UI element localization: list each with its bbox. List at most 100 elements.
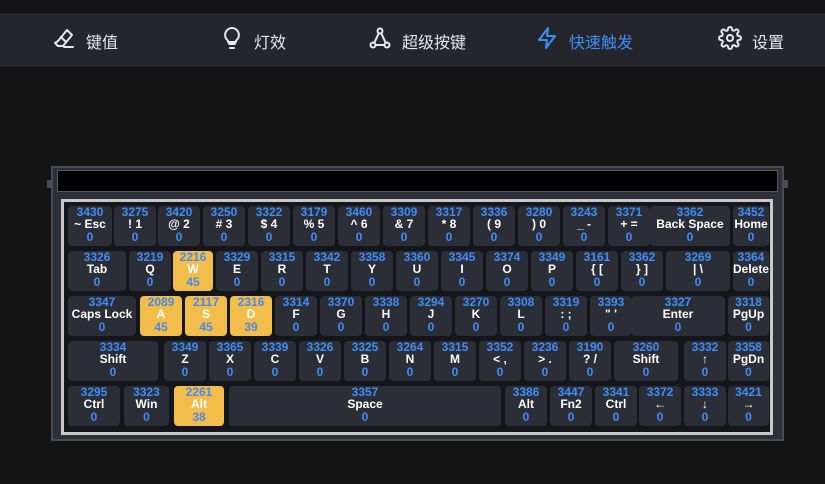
key-label: Delete xyxy=(733,262,769,276)
key-k[interactable]: 3270 K 0 xyxy=(455,296,497,336)
key-2[interactable]: 3420 @ 20 xyxy=(158,206,200,246)
key-c[interactable]: 3339 C 0 xyxy=(254,341,296,381)
key-label: Fn2 xyxy=(560,397,582,411)
key-1[interactable]: 3275! 10 xyxy=(114,206,156,246)
key-[interactable]: 3236 > .0 xyxy=(524,341,566,381)
key-label: < , xyxy=(493,352,507,366)
key-8[interactable]: 3317 * 80 xyxy=(428,206,470,246)
key-n[interactable]: 3264 N 0 xyxy=(389,341,431,381)
key-label: A xyxy=(156,307,166,321)
key-q[interactable]: 3219 Q 0 xyxy=(129,251,171,291)
key-label: Alt xyxy=(191,397,207,411)
key-s[interactable]: 2117 S 45 xyxy=(185,296,227,336)
key-pgdn[interactable]: 3358 PgDn 0 xyxy=(728,341,769,381)
nav-keymap[interactable]: 键值 xyxy=(52,13,118,67)
key-label: " ' xyxy=(605,307,617,321)
key-alt[interactable]: 2261 Alt 38 xyxy=(174,386,224,426)
key-x[interactable]: 3365 X 0 xyxy=(209,341,251,381)
key-[interactable]: 3269 | \ 0 xyxy=(666,251,730,291)
key-3[interactable]: 3250 # 30 xyxy=(203,206,245,246)
key-travel-value: 0 xyxy=(143,410,150,424)
key-j[interactable]: 3294 J 0 xyxy=(410,296,452,336)
key-home[interactable]: 3452 Home 0 xyxy=(733,206,769,246)
key-tab[interactable]: 3326 Tab 0 xyxy=(68,251,126,291)
key-m[interactable]: 3315 M 0 xyxy=(434,341,476,381)
key-label: B xyxy=(360,352,370,366)
nav-lighting[interactable]: 灯效 xyxy=(220,13,286,67)
key-travel-value: 0 xyxy=(701,410,709,424)
key-v[interactable]: 3326 V 0 xyxy=(299,341,341,381)
key-travel-value: 0 xyxy=(642,365,650,379)
key-7[interactable]: 3309 & 70 xyxy=(383,206,425,246)
key-back-space[interactable]: 3362 Back Space 0 xyxy=(650,206,730,246)
key-l[interactable]: 3308 L 0 xyxy=(500,296,542,336)
key-9[interactable]: 3336( 90 xyxy=(473,206,515,246)
key-w[interactable]: 2216 W 45 xyxy=(173,251,213,291)
key-f[interactable]: 3314 F 0 xyxy=(275,296,317,336)
key-ctrl[interactable]: 3295 Ctrl 0 xyxy=(68,386,120,426)
key-caps-lock[interactable]: 3347 Caps Lock 0 xyxy=(68,296,136,336)
key-e[interactable]: 3329 E 0 xyxy=(216,251,258,291)
key-travel-value: 0 xyxy=(146,275,154,289)
key-shift[interactable]: 3334 Shift 0 xyxy=(68,341,158,381)
key-y[interactable]: 3358 Y 0 xyxy=(351,251,393,291)
key-t[interactable]: 3342 T 0 xyxy=(306,251,348,291)
key-delete[interactable]: 3364 Delete 0 xyxy=(733,251,769,291)
key-[interactable]: 3421 → 0 xyxy=(728,386,769,426)
key-o[interactable]: 3374 O 0 xyxy=(486,251,528,291)
key-travel-value: 0 xyxy=(745,320,752,334)
key-[interactable]: 3372 ← 0 xyxy=(639,386,681,426)
key-4[interactable]: 3322 $ 40 xyxy=(248,206,290,246)
key-enter[interactable]: 3327 Enter 0 xyxy=(631,296,725,336)
eraser-icon xyxy=(52,26,76,55)
nav-rapid-trigger[interactable]: 快速触发 xyxy=(535,13,633,67)
key-h[interactable]: 3338 H 0 xyxy=(365,296,407,336)
key-[interactable]: 3371 + = 0 xyxy=(608,206,650,246)
key-space[interactable]: 3357 Space 0 xyxy=(229,386,501,426)
key-ctrl[interactable]: 3341 Ctrl 0 xyxy=(595,386,637,426)
key-5[interactable]: 3179% 50 xyxy=(293,206,335,246)
key-esc[interactable]: 3430 ~ Esc 0 xyxy=(68,206,112,246)
nav-settings[interactable]: 设置 xyxy=(718,13,784,67)
key-travel-value: 45 xyxy=(186,275,200,289)
key-travel-value: 0 xyxy=(548,275,556,289)
key-label: $ 4 xyxy=(260,217,278,231)
key-0[interactable]: 3280) 00 xyxy=(518,206,560,246)
key-[interactable]: 3332 ↑ 0 xyxy=(684,341,726,381)
key-r[interactable]: 3315 R 0 xyxy=(261,251,303,291)
key-label: Alt xyxy=(518,397,534,411)
key-travel-value: 0 xyxy=(337,320,345,334)
key-b[interactable]: 3325 B 0 xyxy=(344,341,386,381)
key-p[interactable]: 3349 P 0 xyxy=(531,251,573,291)
key-[interactable]: 3161{ [0 xyxy=(576,251,618,291)
key-win[interactable]: 3323 Win 0 xyxy=(124,386,169,426)
key-d[interactable]: 2316 D 39 xyxy=(230,296,272,336)
nav-keymap-label: 键值 xyxy=(86,35,119,52)
key-fn2[interactable]: 3447 Fn2 0 xyxy=(550,386,592,426)
key-label: Tab xyxy=(86,262,108,276)
nav-super-keys[interactable]: 超级按键 xyxy=(368,13,466,67)
key-g[interactable]: 3370 G 0 xyxy=(320,296,362,336)
key-[interactable]: 3362} ] 0 xyxy=(621,251,663,291)
key-u[interactable]: 3360 U 0 xyxy=(396,251,438,291)
key-label: → xyxy=(742,397,755,411)
key-i[interactable]: 3345 I 0 xyxy=(441,251,483,291)
key-travel-value: 45 xyxy=(199,320,213,334)
key-a[interactable]: 2089 A 45 xyxy=(140,296,182,336)
key-[interactable]: 3243 _ -0 xyxy=(563,206,605,246)
key-6[interactable]: 3460 ^ 60 xyxy=(338,206,380,246)
key-travel-value: 0 xyxy=(745,365,752,379)
key-alt[interactable]: 3386 Alt 0 xyxy=(505,386,547,426)
nav-lighting-label: 灯效 xyxy=(254,35,287,52)
key-pgup[interactable]: 3318 PgUp 0 xyxy=(728,296,769,336)
key-travel-value: 0 xyxy=(562,320,570,334)
key-shift[interactable]: 3260 Shift 0 xyxy=(614,341,678,381)
key-label: Back Space xyxy=(656,217,724,231)
key-[interactable]: 3190? /0 xyxy=(569,341,611,381)
key-[interactable]: 3333 ↓ 0 xyxy=(684,386,726,426)
key-[interactable]: 3393 " ' 0 xyxy=(590,296,632,336)
key-travel-value: 0 xyxy=(458,275,466,289)
key-z[interactable]: 3349 Z 0 xyxy=(164,341,206,381)
key-[interactable]: 3352 < ,0 xyxy=(479,341,521,381)
key-[interactable]: 3319: ; 0 xyxy=(545,296,587,336)
